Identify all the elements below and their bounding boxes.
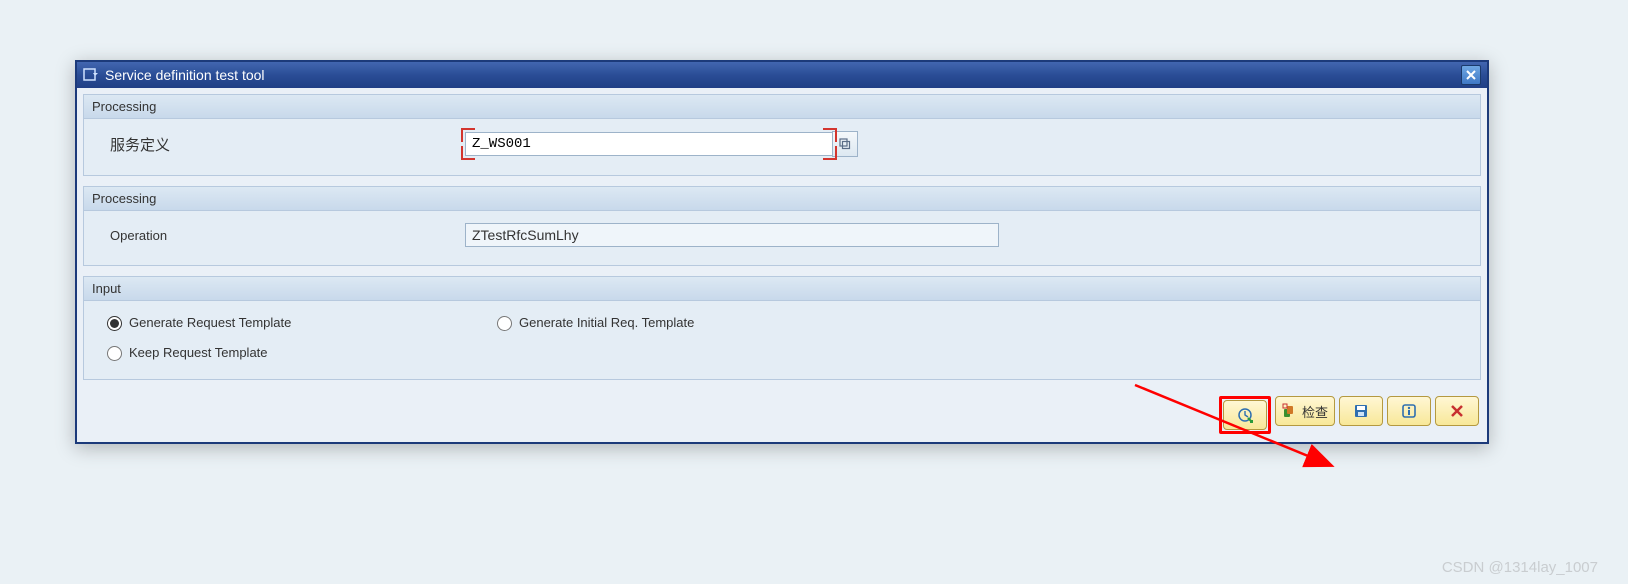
service-def-input[interactable] [465,132,833,156]
group-input: Input Generate Request Template Generate… [83,276,1481,380]
search-help-icon [839,138,851,150]
group-processing-1: Processing 服务定义 [83,94,1481,176]
operation-label: Operation [102,228,465,243]
close-icon [1466,70,1476,80]
radio-generate-initial-input[interactable] [497,316,512,331]
execute-button[interactable] [1223,400,1267,430]
execute-clock-icon [1237,407,1253,423]
info-button[interactable] [1387,396,1431,426]
radio-generate-request[interactable]: Generate Request Template [102,313,492,331]
dialog-title: Service definition test tool [105,67,1461,83]
watermark: CSDN @1314lay_1007 [1442,559,1598,576]
operation-value: ZTestRfcSumLhy [465,223,999,247]
radio-generate-initial-label: Generate Initial Req. Template [519,315,694,330]
radio-keep-template[interactable]: Keep Request Template [102,343,492,361]
dialog-icon [83,67,99,83]
cancel-icon [1449,403,1465,419]
titlebar: Service definition test tool [77,62,1487,88]
group-header-processing-1: Processing [84,95,1480,119]
search-help-button[interactable] [832,131,858,157]
group-header-processing-2: Processing [84,187,1480,211]
group-header-input: Input [84,277,1480,301]
radio-keep-template-input[interactable] [107,346,122,361]
execute-highlight [1219,396,1271,434]
radio-generate-initial[interactable]: Generate Initial Req. Template [492,313,882,331]
check-icon [1282,403,1298,419]
save-button[interactable] [1339,396,1383,426]
cancel-button[interactable] [1435,396,1479,426]
radio-generate-request-label: Generate Request Template [129,315,291,330]
radio-keep-template-label: Keep Request Template [129,345,268,360]
close-button[interactable] [1461,65,1481,85]
dialog-footer: 检查 [77,390,1487,442]
save-icon [1353,403,1369,419]
radio-generate-request-input[interactable] [107,316,122,331]
check-button-label: 检查 [1302,402,1328,421]
service-def-test-dialog: Service definition test tool Processing … [75,60,1489,444]
dialog-body: Processing 服务定义 [77,88,1487,380]
info-icon [1401,403,1417,419]
service-def-label: 服务定义 [102,134,465,155]
check-button[interactable]: 检查 [1275,396,1335,426]
group-processing-2: Processing Operation ZTestRfcSumLhy [83,186,1481,266]
